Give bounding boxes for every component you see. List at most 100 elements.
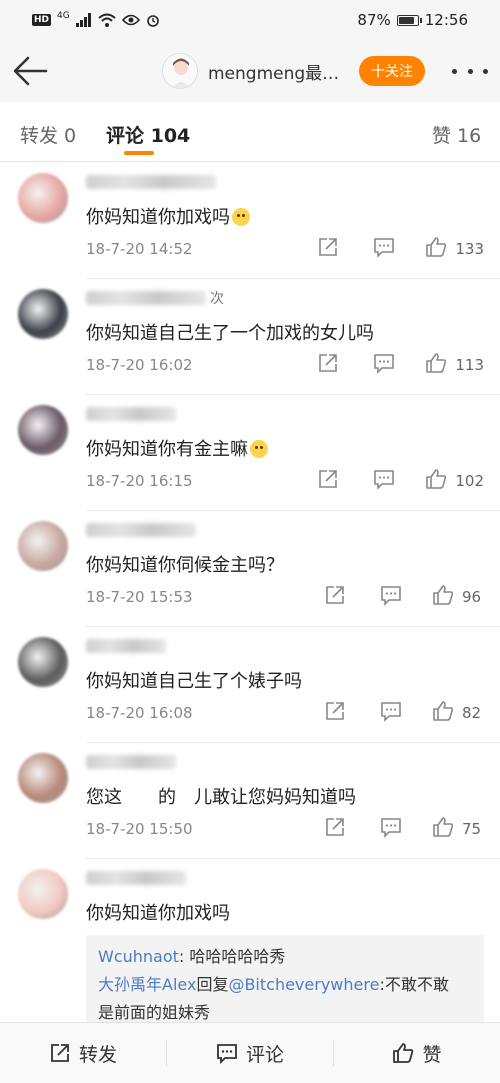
repost-comment-button[interactable] [324,700,346,726]
commenter-name[interactable] [86,405,176,423]
reply-text: :不敢不敢 [379,975,449,994]
battery-fill [398,16,414,24]
follow-button[interactable]: 十关注 [359,56,425,86]
comment-item[interactable]: 您这 的 儿敢让您妈妈知道吗 18-7-20 15:50 75 [0,743,500,859]
reply-icon [380,584,402,610]
avatar[interactable] [18,405,68,455]
comment-actions: 102 [317,468,484,494]
hd-icon: HD [32,14,52,26]
thumbs-up-icon [425,236,449,262]
reply-username[interactable]: 大孙禹年Alex [98,975,196,994]
blurred-username [86,175,216,189]
comment-item[interactable]: 你妈知道自己生了个婊子吗 18-7-20 16:08 82 [0,627,500,743]
blurred-username [86,291,206,305]
comment-timestamp: 18-7-20 16:15 [86,472,193,490]
repost-icon [317,352,339,378]
profile-name[interactable]: mengmeng最… [208,59,339,84]
like-comment-button[interactable]: 133 [425,236,484,262]
avatar[interactable] [18,521,68,571]
repost-comment-button[interactable] [324,584,346,610]
avatar[interactable] [18,753,68,803]
battery-icon [396,14,422,26]
commenter-name[interactable] [86,753,176,771]
comment-item[interactable]: 次你妈知道自己生了一个加戏的女儿吗 18-7-20 16:02 113 [0,279,500,395]
repost-comment-button[interactable] [324,816,346,842]
comment-item[interactable]: 你妈知道你加戏吗 18-7-20 14:52 133 [0,163,500,279]
avatar[interactable] [18,173,68,223]
comment-item[interactable]: 你妈知道你伺候金主吗？ 18-7-20 15:53 96 [0,511,500,627]
status-right: 87% 12:56 [357,11,468,29]
like-comment-button[interactable]: 102 [425,468,484,494]
tab-reposts[interactable]: 转发 0 [20,121,76,148]
repost-comment-button[interactable] [317,236,339,262]
reply-comment-button[interactable] [380,584,402,610]
reply-comment-button[interactable] [373,468,395,494]
comment-body: 你妈知道你有金主嘛 [86,439,248,460]
eye-icon [121,14,140,26]
tab-bar: 转发 0 评论 104 赞 16 [0,102,500,162]
like-count: 82 [462,704,482,722]
reply-comment-button[interactable] [380,816,402,842]
blurred-username [86,523,196,537]
tab-comments[interactable]: 评论 104 [106,121,190,148]
like-comment-button[interactable]: 75 [432,816,484,842]
tab-likes[interactable]: 赞 16 [432,121,481,148]
like-comment-button[interactable]: 113 [425,352,484,378]
comment-timestamp: 18-7-20 15:50 [86,820,193,838]
like-count: 133 [455,240,484,258]
repost-comment-button[interactable] [317,352,339,378]
comment-body: 你妈知道自己生了个婊子吗 [86,671,302,692]
commenter-name[interactable]: 次 [86,289,224,307]
more-options-button[interactable] [452,64,488,78]
alarm-icon [146,15,159,27]
avatar[interactable] [18,869,68,919]
commenter-name[interactable] [86,173,216,191]
reply-username[interactable]: Wcuhnaot [98,947,179,966]
repost-label: 转发 [78,1043,117,1066]
reply-icon [373,352,395,378]
commenter-name[interactable] [86,521,196,539]
blurred-username [86,871,186,885]
comment-actions: 82 [324,700,484,726]
repost-comment-button[interactable] [317,468,339,494]
status-left: HD 4G [32,11,357,27]
comment-timestamp: 18-7-20 16:08 [86,704,193,722]
avatar[interactable] [18,637,68,687]
reply-preview-box[interactable]: Wcuhnaot: 哈哈哈哈哈秀 大孙禹年Alex回复@Bitcheverywhe… [86,935,484,1035]
commenter-name[interactable] [86,637,166,655]
dot-icon [467,68,473,74]
repost-icon [317,236,339,262]
comment-body: 你妈知道你伺候金主吗？ [86,555,284,576]
reply-comment-button[interactable] [373,236,395,262]
thumbs-up-icon [425,468,449,494]
repost-button[interactable]: 转发 [0,1023,166,1083]
name-suffix: 次 [210,291,224,307]
comment-timestamp: 18-7-20 16:02 [86,356,193,374]
like-count: 75 [462,820,482,838]
comment-body: 你妈知道你加戏吗 [86,903,230,924]
like-comment-button[interactable]: 82 [432,700,484,726]
like-count: 113 [455,356,484,374]
avatar[interactable] [162,53,198,89]
reply-comment-button[interactable] [373,352,395,378]
repost-icon [317,468,339,494]
nav-bar: mengmeng最… 十关注 [0,40,500,102]
comment-button[interactable]: 评论 [167,1023,333,1083]
like-button[interactable]: 赞 [334,1023,500,1083]
reply-icon [380,816,402,842]
comment-item[interactable]: 你妈知道你有金主嘛 18-7-20 16:15 102 [0,395,500,511]
repost-icon [324,816,346,842]
clock: 12:56 [424,11,468,29]
blurred-username [86,639,166,653]
like-count: 102 [455,472,484,490]
comment-label: 评论 [245,1043,284,1066]
commenter-name[interactable] [86,869,186,887]
back-button[interactable] [12,54,48,88]
reply-comment-button[interactable] [380,700,402,726]
status-bar: HD 4G 87% 12:56 [0,0,500,40]
mention-link[interactable]: @Bitcheverywhere [228,975,379,994]
avatar[interactable] [18,289,68,339]
profile-header[interactable]: mengmeng最… [162,53,339,89]
like-comment-button[interactable]: 96 [432,584,484,610]
thumbs-up-icon [393,1043,414,1063]
